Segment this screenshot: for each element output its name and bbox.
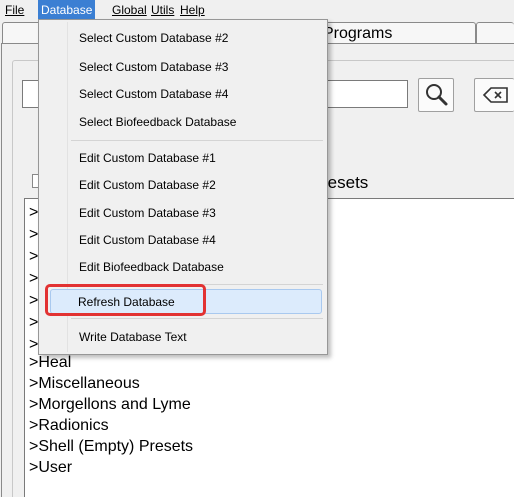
list-item-partial[interactable]: > xyxy=(29,226,38,244)
list-item[interactable]: >Shell (Empty) Presets xyxy=(29,438,193,456)
menu-item-select-biofeedback-db[interactable]: Select Biofeedback Database xyxy=(79,111,236,133)
tab-right[interactable] xyxy=(476,22,514,44)
tab-programs[interactable]: Programs xyxy=(318,22,476,44)
list-item-partial[interactable]: > xyxy=(29,314,38,332)
menu-item-edit-biofeedback-db[interactable]: Edit Biofeedback Database xyxy=(79,256,224,278)
menu-item-edit-custom-db-4[interactable]: Edit Custom Database #4 xyxy=(79,229,216,251)
menu-item-select-custom-db-4[interactable]: Select Custom Database #4 xyxy=(79,83,228,105)
tab-left[interactable] xyxy=(2,22,42,44)
menu-separator xyxy=(71,318,323,319)
list-item[interactable]: >Radionics xyxy=(29,417,109,435)
backspace-icon xyxy=(482,87,508,103)
search-button[interactable] xyxy=(418,78,454,112)
menu-separator xyxy=(71,140,323,141)
list-item-partial[interactable]: > xyxy=(29,270,38,288)
search-icon xyxy=(426,84,448,106)
list-item-partial[interactable]: > xyxy=(29,248,38,266)
list-item[interactable]: >Miscellaneous xyxy=(29,375,140,393)
menu-item-edit-custom-db-3[interactable]: Edit Custom Database #3 xyxy=(79,202,216,224)
highlight-annotation xyxy=(45,284,206,316)
menu-item-select-custom-db-2[interactable]: Select Custom Database #2 xyxy=(79,27,228,49)
list-item-partial[interactable]: > xyxy=(29,204,38,222)
menu-help[interactable]: Help xyxy=(177,0,208,20)
menu-file[interactable]: File xyxy=(2,0,27,20)
list-item[interactable]: >User xyxy=(29,459,72,477)
menu-global[interactable]: Global xyxy=(109,0,150,20)
menu-item-edit-custom-db-1[interactable]: Edit Custom Database #1 xyxy=(79,147,216,169)
menu-item-edit-custom-db-2[interactable]: Edit Custom Database #2 xyxy=(79,174,216,196)
list-item-partial[interactable]: > xyxy=(29,336,38,354)
list-item[interactable]: >Heal xyxy=(29,354,71,372)
menu-utils[interactable]: Utils xyxy=(148,0,177,20)
menu-item-select-custom-db-3[interactable]: Select Custom Database #3 xyxy=(79,56,228,78)
menu-item-write-database-text[interactable]: Write Database Text xyxy=(79,326,187,348)
menu-database[interactable]: Database xyxy=(38,0,96,20)
list-item[interactable]: >Morgellons and Lyme xyxy=(29,396,191,414)
list-item-partial[interactable]: > xyxy=(29,292,38,310)
clear-button[interactable] xyxy=(474,78,514,112)
presets-label: resets xyxy=(322,173,369,192)
menu-bar: File Database Global Utils Help xyxy=(0,0,514,20)
